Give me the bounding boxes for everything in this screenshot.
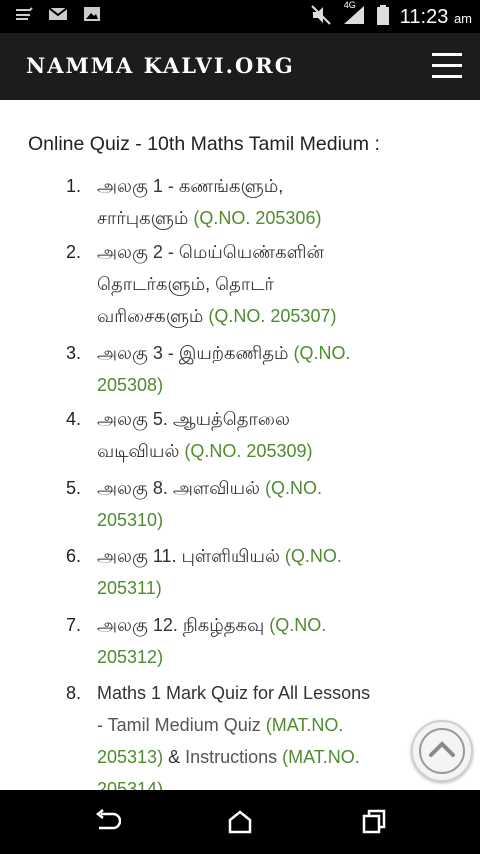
item-title: அலகு 2 - மெய்யெண்களின்	[97, 242, 324, 262]
quiz-link[interactable]: (Q.NO.	[265, 478, 322, 498]
instructions-label: Instructions	[185, 747, 283, 767]
quiz-link[interactable]: (Q.NO. 205306)	[193, 208, 321, 228]
list-number: 3.	[66, 343, 82, 363]
chevron-up-icon	[419, 728, 465, 774]
item-title: அலகு 8. அளவியல்	[97, 478, 265, 498]
list-number: 4.	[66, 409, 82, 429]
item-title: அலகு 12. நிகழ்தகவு	[97, 615, 270, 635]
item-title: வடிவியல்	[97, 441, 185, 461]
network-type-label: 4G	[343, 0, 356, 10]
item-title: அலகு 1 - கணங்களும்,	[97, 176, 284, 196]
list-number: 1.	[66, 176, 82, 196]
page-heading: Online Quiz - 10th Maths Tamil Medium :	[28, 133, 380, 155]
recent-apps-icon[interactable]	[360, 808, 388, 836]
list-number: 6.	[66, 546, 82, 566]
quiz-link[interactable]: (Q.NO. 205309)	[184, 441, 312, 461]
image-icon	[82, 6, 102, 24]
notification-icon	[14, 6, 34, 24]
home-icon[interactable]	[226, 808, 254, 836]
hamburger-menu-icon[interactable]	[432, 53, 462, 79]
instructions-link[interactable]: (MAT.NO.	[282, 747, 360, 767]
site-title[interactable]: NAMMA KALVI.ORG	[26, 53, 295, 78]
status-bar: 4G 11:23 am	[0, 0, 480, 33]
quiz-link[interactable]: (Q.NO.	[285, 546, 342, 566]
scroll-to-top-button[interactable]	[411, 720, 473, 782]
quiz-link[interactable]: 205313)	[97, 747, 163, 767]
clock: 11:23 am	[400, 6, 472, 29]
instructions-link[interactable]: 205314)	[97, 773, 432, 790]
list-number: 2.	[66, 242, 82, 262]
ampersand: &	[163, 747, 186, 767]
item-title: தொடர்களும், தொடர்	[97, 274, 274, 294]
quiz-link[interactable]: 205311)	[97, 572, 432, 604]
item-title: அலகு 11. புள்ளியியல்	[97, 546, 285, 566]
quiz-link[interactable]: (Q.NO.	[269, 615, 326, 635]
item-title: வரிசைகளும்	[97, 306, 209, 326]
signal-icon: 4G	[342, 0, 366, 30]
quiz-link[interactable]: 205310)	[97, 504, 432, 536]
quiz-link[interactable]: (MAT.NO.	[266, 715, 344, 735]
list-number: 5.	[66, 478, 82, 498]
list-number: 8.	[66, 683, 82, 703]
list-number: 7.	[66, 615, 82, 635]
navigation-bar	[0, 790, 480, 854]
clock-time: 11:23	[399, 5, 449, 28]
main-content: Online Quiz - 10th Maths Tamil Medium : …	[0, 100, 480, 790]
item-title: சார்புகளும்	[97, 208, 194, 228]
clock-ampm: am	[453, 10, 472, 26]
item-title: அலகு 5. ஆயத்தொலை	[97, 409, 290, 429]
item-subtitle: - Tamil Medium Quiz	[97, 715, 266, 735]
quiz-link[interactable]: (Q.NO. 205307)	[208, 306, 336, 326]
mute-icon	[310, 4, 332, 30]
gmail-icon	[48, 6, 68, 24]
quiz-link[interactable]: 205308)	[97, 369, 432, 401]
item-title: அலகு 3 - இயற்கணிதம்	[97, 343, 294, 363]
battery-icon	[376, 4, 390, 30]
quiz-link[interactable]: (Q.NO.	[294, 343, 351, 363]
site-header: NAMMA KALVI.ORG	[0, 33, 480, 100]
item-title: Maths 1 Mark Quiz for All Lessons	[97, 683, 371, 703]
quiz-link[interactable]: 205312)	[97, 641, 432, 673]
back-icon[interactable]	[93, 808, 122, 836]
